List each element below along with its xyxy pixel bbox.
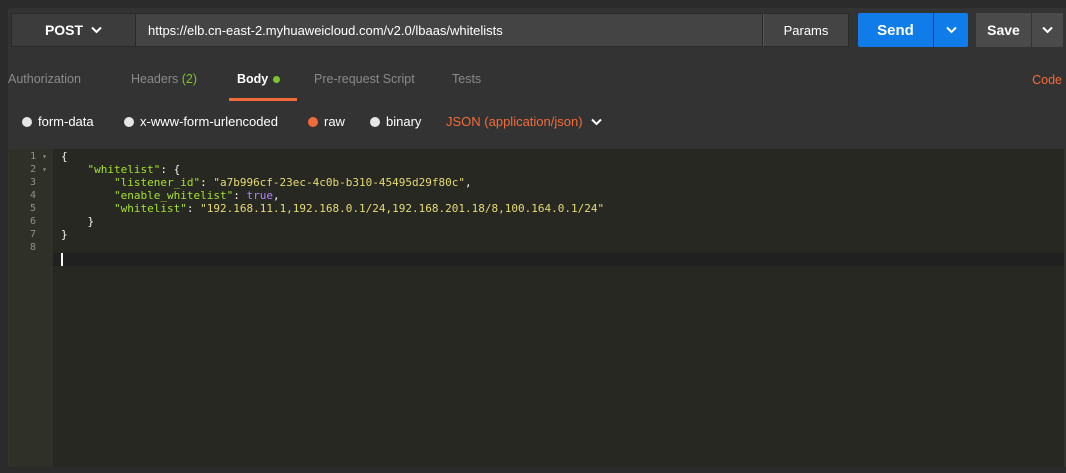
bottom-border <box>8 467 1066 473</box>
line-number: 8 <box>29 242 36 253</box>
line-number: 4 <box>29 190 36 201</box>
request-tabs: Authorization Headers (2) Body Pre-reque… <box>8 66 1066 101</box>
line-number: 2 ▾ <box>30 164 47 175</box>
code-line: { <box>61 150 68 163</box>
line-number: 6 <box>29 216 36 227</box>
radio-binary-label: binary <box>386 114 422 129</box>
code-line: } <box>61 228 68 241</box>
line-number: 7 <box>29 229 36 240</box>
method-label: POST <box>44 22 84 38</box>
radio-urlencoded[interactable]: x-www-form-urlencoded <box>124 114 278 129</box>
postman-window: POST https://elb.cn-east-2.myhuaweicloud… <box>8 8 1066 473</box>
chevron-down-icon <box>1042 26 1053 34</box>
code-link[interactable]: Code <box>1032 73 1062 87</box>
code-line: "enable_whitelist": true, <box>113 189 280 202</box>
tab-body[interactable]: Body <box>237 72 281 86</box>
radio-selected-icon <box>308 116 318 127</box>
headers-count-badge: (2) <box>181 72 198 86</box>
body-indicator-dot <box>273 76 281 84</box>
fold-arrow-icon[interactable]: ▾ <box>42 152 47 161</box>
line-number-gutter: 1 ▾ 2 ▾ 3 4 5 6 7 8 <box>9 149 53 467</box>
radio-icon <box>124 116 134 127</box>
chevron-down-icon <box>945 26 957 34</box>
body-type-options: form-data x-www-form-urlencoded raw bina… <box>8 108 1066 138</box>
radio-icon <box>22 116 32 127</box>
code-line: } <box>87 215 95 228</box>
code-line: "whitelist": "192.168.11.1,192.168.0.1/2… <box>113 202 605 215</box>
content-type-select[interactable]: JSON (application/json) <box>446 114 602 129</box>
code-line: "whitelist": { <box>87 163 181 176</box>
code-editor[interactable]: 1 ▾ 2 ▾ 3 4 5 6 7 8 { "whitelist": { "li… <box>9 149 1064 467</box>
radio-form-data[interactable]: form-data <box>22 114 94 129</box>
radio-form-data-label: form-data <box>38 114 94 129</box>
radio-icon <box>370 116 380 127</box>
tab-authorization[interactable]: Authorization <box>8 72 81 86</box>
fold-arrow-icon[interactable]: ▾ <box>42 165 47 174</box>
send-button[interactable]: Send <box>858 13 933 47</box>
save-dropdown-button[interactable] <box>1032 13 1063 47</box>
line-number: 3 <box>29 177 36 188</box>
tab-headers-label: Headers <box>131 72 179 86</box>
radio-urlencoded-label: x-www-form-urlencoded <box>140 114 278 129</box>
code-line: "listener_id": "a7b996cf-23ec-4c0b-b310-… <box>113 176 472 189</box>
radio-raw[interactable]: raw <box>308 114 345 129</box>
chevron-down-icon <box>590 118 602 125</box>
text-cursor <box>61 253 63 266</box>
active-tab-underline <box>229 98 297 101</box>
method-select[interactable]: POST <box>11 13 135 47</box>
save-label: Save <box>987 22 1020 38</box>
content-type-label: JSON (application/json) <box>446 114 583 129</box>
params-label: Params <box>783 22 829 38</box>
send-label: Send <box>877 21 914 39</box>
active-line-highlight <box>53 253 1064 266</box>
chevron-down-icon <box>91 26 102 34</box>
send-dropdown-button[interactable] <box>934 13 968 47</box>
url-text: https://elb.cn-east-2.myhuaweicloud.com/… <box>148 22 503 38</box>
tab-prerequest-script[interactable]: Pre-request Script <box>314 72 415 86</box>
save-button[interactable]: Save <box>976 13 1031 47</box>
radio-raw-label: raw <box>324 114 345 129</box>
tab-body-label: Body <box>237 72 269 86</box>
params-button[interactable]: Params <box>763 13 849 47</box>
request-bar: POST https://elb.cn-east-2.myhuaweicloud… <box>8 8 1066 52</box>
line-number: 1 ▾ <box>30 151 47 162</box>
line-number: 5 <box>29 203 36 214</box>
tab-headers[interactable]: Headers (2) <box>131 72 197 86</box>
url-input[interactable]: https://elb.cn-east-2.myhuaweicloud.com/… <box>135 13 763 47</box>
radio-binary[interactable]: binary <box>370 114 421 129</box>
tab-tests[interactable]: Tests <box>452 72 481 86</box>
